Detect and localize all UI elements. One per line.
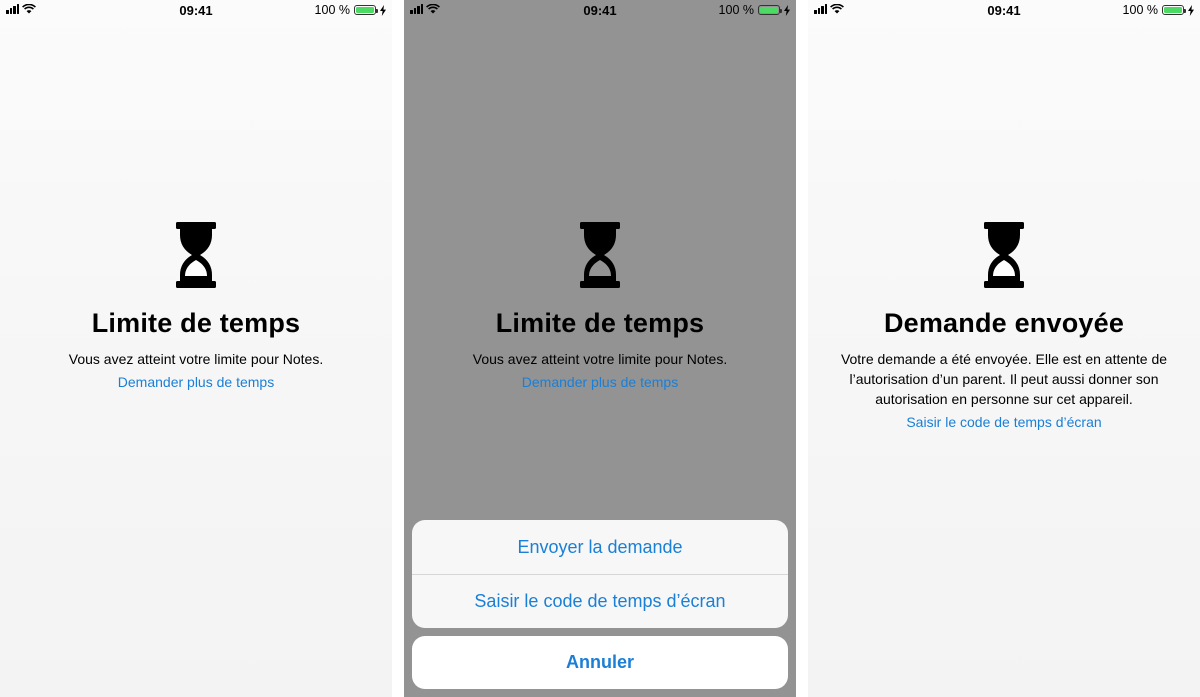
- screen-action-sheet: 09:41 100 % Limite de temps Vous avez at…: [404, 0, 796, 697]
- battery-icon: [354, 5, 378, 15]
- hourglass-icon: [176, 222, 216, 288]
- enter-passcode-button[interactable]: Saisir le code de temps d’écran: [412, 574, 788, 628]
- battery-icon: [758, 5, 782, 15]
- action-sheet: Envoyer la demande Saisir le code de tem…: [412, 520, 788, 628]
- battery-percent: 100 %: [718, 3, 754, 17]
- page-title: Demande envoyée: [883, 308, 1125, 338]
- hourglass-icon: [984, 222, 1024, 288]
- request-sent-content: Demande envoyée Votre demande a été envo…: [808, 222, 1200, 430]
- limit-message: Vous avez atteint votre limite pour Note…: [472, 351, 728, 367]
- charging-bolt-icon: [784, 4, 790, 16]
- request-message: Votre demande a été envoyée. Elle est en…: [840, 351, 1168, 407]
- ask-more-time-link[interactable]: Demander plus de temps: [404, 374, 796, 390]
- ask-more-time-link[interactable]: Demander plus de temps: [0, 374, 392, 390]
- status-bar: 09:41 100 %: [404, 0, 796, 20]
- time-limit-content: Limite de temps Vous avez atteint votre …: [404, 222, 796, 390]
- cancel-button[interactable]: Annuler: [412, 636, 788, 689]
- status-bar: 09:41 100 %: [808, 0, 1200, 20]
- screen-request-sent: 09:41 100 % Demande envoyée Votre demand…: [808, 0, 1200, 697]
- enter-passcode-link[interactable]: Saisir le code de temps d’écran: [808, 414, 1200, 430]
- battery-percent: 100 %: [1122, 3, 1158, 17]
- action-sheet-cancel: Annuler: [412, 636, 788, 689]
- limit-message: Vous avez atteint votre limite pour Note…: [68, 351, 324, 367]
- hourglass-icon: [580, 222, 620, 288]
- time-limit-content: Limite de temps Vous avez atteint votre …: [0, 222, 392, 390]
- charging-bolt-icon: [380, 4, 386, 16]
- page-title: Limite de temps: [91, 308, 301, 338]
- battery-percent: 100 %: [314, 3, 350, 17]
- status-bar: 09:41 100 %: [0, 0, 392, 20]
- screen-time-limit: 09:41 100 % Limite de temps Vous avez at…: [0, 0, 392, 697]
- charging-bolt-icon: [1188, 4, 1194, 16]
- battery-icon: [1162, 5, 1186, 15]
- page-title: Limite de temps: [495, 308, 705, 338]
- send-request-button[interactable]: Envoyer la demande: [412, 520, 788, 574]
